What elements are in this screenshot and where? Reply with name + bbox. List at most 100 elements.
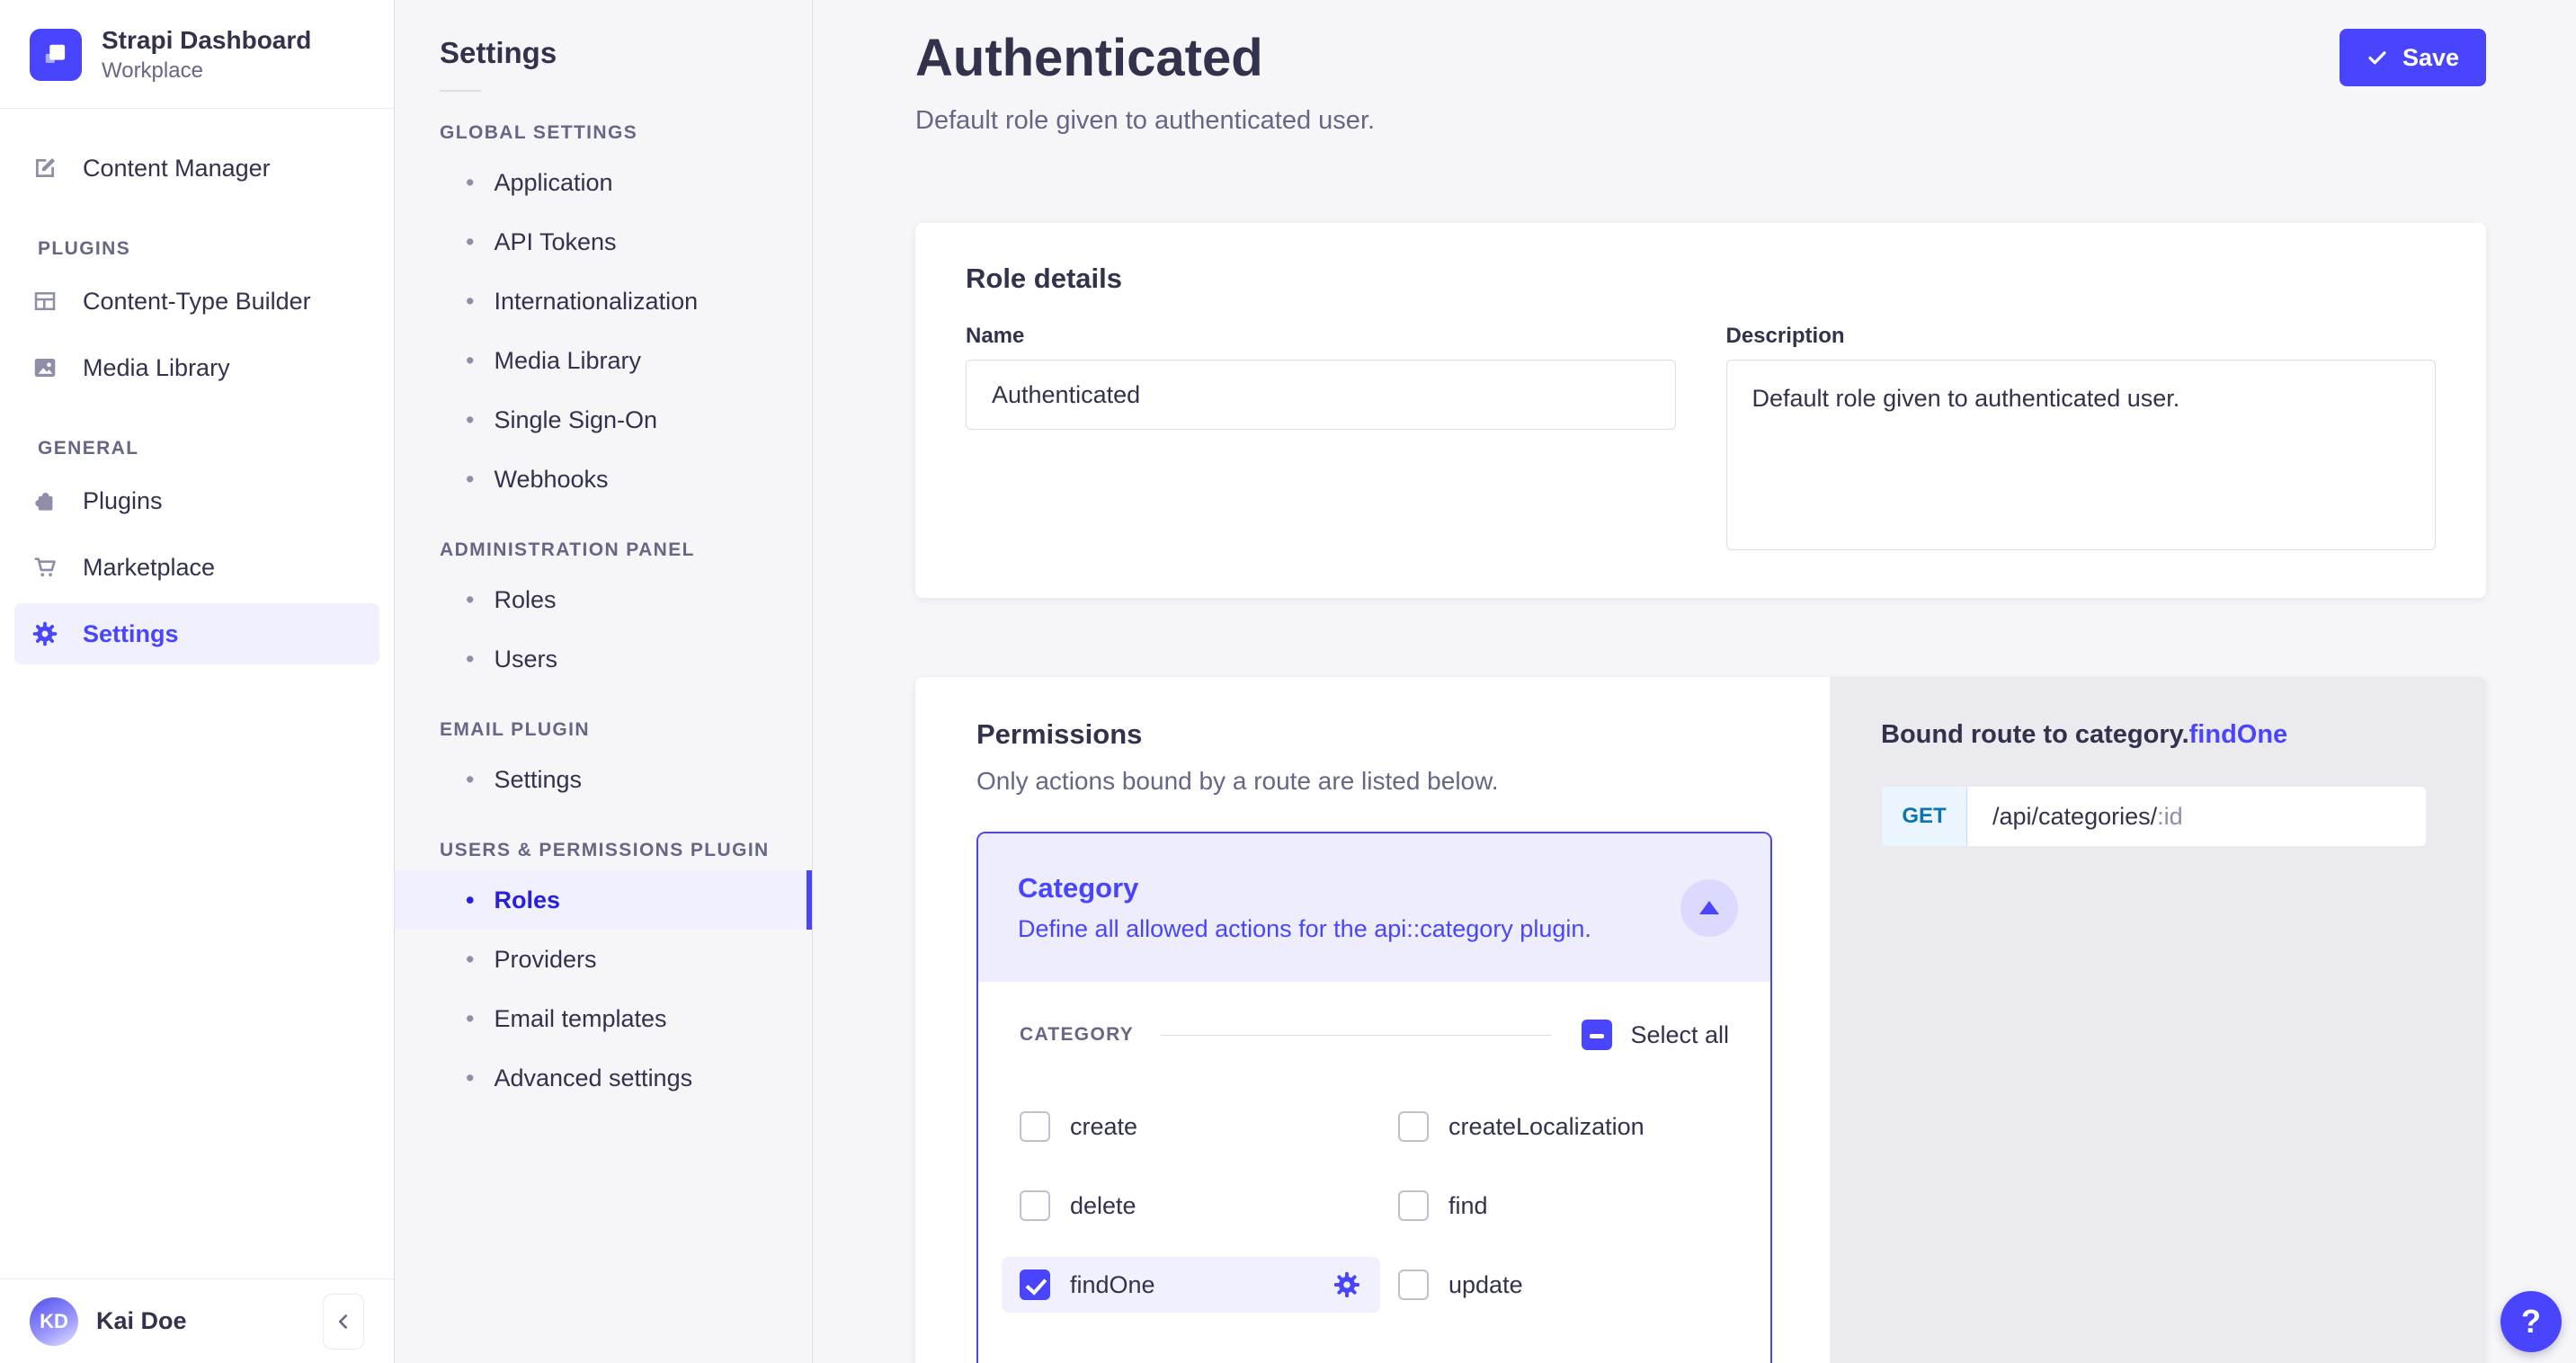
sub-item-api-tokens[interactable]: API Tokens — [395, 212, 812, 272]
permission-row-update: update — [1380, 1257, 1729, 1313]
sub-nav-rule — [440, 90, 481, 92]
accordion-title: Category — [1018, 872, 1591, 904]
sub-item-admin-roles[interactable]: Roles — [395, 570, 812, 629]
nav-item-label: Settings — [83, 620, 179, 648]
nav-item-content-manager[interactable]: Content Manager — [14, 138, 379, 199]
nav-item-label: Content Manager — [83, 155, 271, 183]
permissions-heading: Permissions — [976, 718, 1772, 751]
sub-item-label: Internationalization — [494, 288, 698, 316]
permission-label: createLocalization — [1448, 1113, 1645, 1141]
nav-item-plugins[interactable]: Plugins — [14, 470, 379, 531]
sub-item-single-sign-on[interactable]: Single Sign-On — [395, 390, 812, 450]
sub-item-admin-users[interactable]: Users — [395, 629, 812, 689]
nav-item-label: Marketplace — [83, 554, 215, 582]
category-accordion-body: CATEGORY Select all create — [978, 982, 1770, 1313]
route-path: /api/categories/:id — [1967, 787, 2208, 846]
sub-item-label: Application — [494, 169, 612, 197]
bound-route-panel: Bound route to category.findOne GET /api… — [1830, 677, 2486, 1363]
name-label: Name — [966, 324, 1676, 349]
save-button-label: Save — [2402, 44, 2459, 72]
select-all-checkbox[interactable] — [1582, 1020, 1612, 1050]
gear-icon — [31, 619, 59, 648]
permission-group-label: CATEGORY — [1020, 1024, 1134, 1046]
sub-item-application[interactable]: Application — [395, 153, 812, 212]
app-title: Strapi Dashboard — [102, 25, 311, 56]
sub-item-label: Roles — [494, 586, 556, 614]
category-accordion-header[interactable]: Category Define all allowed actions for … — [978, 833, 1770, 982]
strapi-logo-icon — [30, 29, 82, 81]
workspace-brand[interactable]: Strapi Dashboard Workplace — [0, 0, 394, 108]
bound-route-title-prefix: Bound route to category. — [1881, 720, 2189, 749]
page-title: Authenticated — [915, 27, 1375, 90]
settings-sub-sidebar: Settings GLOBAL SETTINGS Application API… — [395, 0, 813, 1363]
permission-label: update — [1448, 1271, 1523, 1299]
route-display: GET /api/categories/:id — [1881, 786, 2427, 847]
findone-checkbox[interactable] — [1020, 1269, 1050, 1300]
pen-square-icon — [31, 154, 59, 183]
http-method-badge: GET — [1882, 787, 1967, 846]
main-content: Authenticated Default role given to auth… — [813, 0, 2576, 1363]
sub-item-label: API Tokens — [494, 228, 616, 256]
name-field[interactable] — [966, 360, 1676, 430]
permission-label: findOne — [1070, 1271, 1155, 1299]
sub-item-label: Settings — [494, 766, 582, 794]
permissions-grid: create createLocalization delete fi — [1002, 1099, 1729, 1313]
sub-section-users-permissions-plugin: USERS & PERMISSIONS PLUGIN — [440, 840, 812, 861]
page-header: Authenticated Default role given to auth… — [915, 27, 2486, 137]
sub-item-media-library[interactable]: Media Library — [395, 331, 812, 390]
nav-item-marketplace[interactable]: Marketplace — [14, 537, 379, 598]
check-icon — [2367, 47, 2388, 68]
sub-item-internationalization[interactable]: Internationalization — [395, 272, 812, 331]
sub-item-email-settings[interactable]: Settings — [395, 750, 812, 809]
permission-row-create: create — [1002, 1099, 1380, 1154]
permissions-subtitle: Only actions bound by a route are listed… — [976, 767, 1772, 796]
permissions-panel: Permissions Only actions bound by a rout… — [915, 677, 1830, 1363]
configure-permission-gear-icon[interactable] — [1332, 1269, 1362, 1300]
role-details-heading: Role details — [966, 263, 2436, 295]
user-name: Kai Doe — [96, 1307, 305, 1335]
description-field[interactable]: Default role given to authenticated user… — [1726, 360, 2437, 550]
sub-item-up-email-templates[interactable]: Email templates — [395, 989, 812, 1048]
sub-section-administration-panel: ADMINISTRATION PANEL — [440, 539, 812, 561]
nav-item-content-type-builder[interactable]: Content-Type Builder — [14, 271, 379, 332]
sub-item-label: Roles — [494, 886, 560, 914]
collapse-sidebar-button[interactable] — [323, 1294, 364, 1350]
page-subtitle: Default role given to authenticated user… — [915, 104, 1375, 137]
select-all-label: Select all — [1630, 1021, 1729, 1049]
strapi-glyph — [40, 39, 72, 71]
nav-item-media-library[interactable]: Media Library — [14, 337, 379, 398]
nav-section-general: GENERAL — [38, 438, 394, 459]
sidebar-footer: KD Kai Doe — [0, 1278, 394, 1363]
chevron-left-icon — [332, 1310, 355, 1333]
update-checkbox[interactable] — [1398, 1269, 1429, 1300]
category-accordion: Category Define all allowed actions for … — [976, 832, 1772, 1363]
delete-checkbox[interactable] — [1020, 1190, 1050, 1221]
createlocalization-checkbox[interactable] — [1398, 1111, 1429, 1142]
create-checkbox[interactable] — [1020, 1111, 1050, 1142]
nav-item-label: Plugins — [83, 487, 163, 515]
sub-item-up-providers[interactable]: Providers — [395, 930, 812, 989]
workspace-name: Workplace — [102, 58, 311, 85]
bound-route-action: findOne — [2189, 720, 2288, 749]
permission-row-delete: delete — [1002, 1178, 1380, 1234]
help-button[interactable]: ? — [2500, 1291, 2562, 1352]
sub-item-up-advanced-settings[interactable]: Advanced settings — [395, 1048, 812, 1108]
permission-row-createlocalization: createLocalization — [1380, 1099, 1729, 1154]
route-path-base: /api/categories/ — [1992, 803, 2157, 831]
accordion-collapse-button[interactable] — [1680, 879, 1738, 937]
sub-item-up-roles[interactable]: Roles — [395, 870, 812, 930]
sub-item-label: Providers — [494, 946, 596, 974]
group-divider — [1161, 1035, 1551, 1036]
find-checkbox[interactable] — [1398, 1190, 1429, 1221]
sub-item-webhooks[interactable]: Webhooks — [395, 450, 812, 509]
permissions-section: Permissions Only actions bound by a rout… — [915, 677, 2486, 1363]
avatar[interactable]: KD — [30, 1297, 78, 1346]
save-button[interactable]: Save — [2340, 29, 2486, 86]
nav-item-settings[interactable]: Settings — [14, 603, 379, 664]
sub-section-global-settings: GLOBAL SETTINGS — [440, 122, 812, 144]
nav-item-label: Content-Type Builder — [83, 288, 311, 316]
permission-label: create — [1070, 1113, 1137, 1141]
sub-nav-title: Settings — [440, 36, 812, 70]
select-all-control[interactable]: Select all — [1582, 1020, 1729, 1050]
bound-route-title: Bound route to category.findOne — [1881, 720, 2427, 750]
